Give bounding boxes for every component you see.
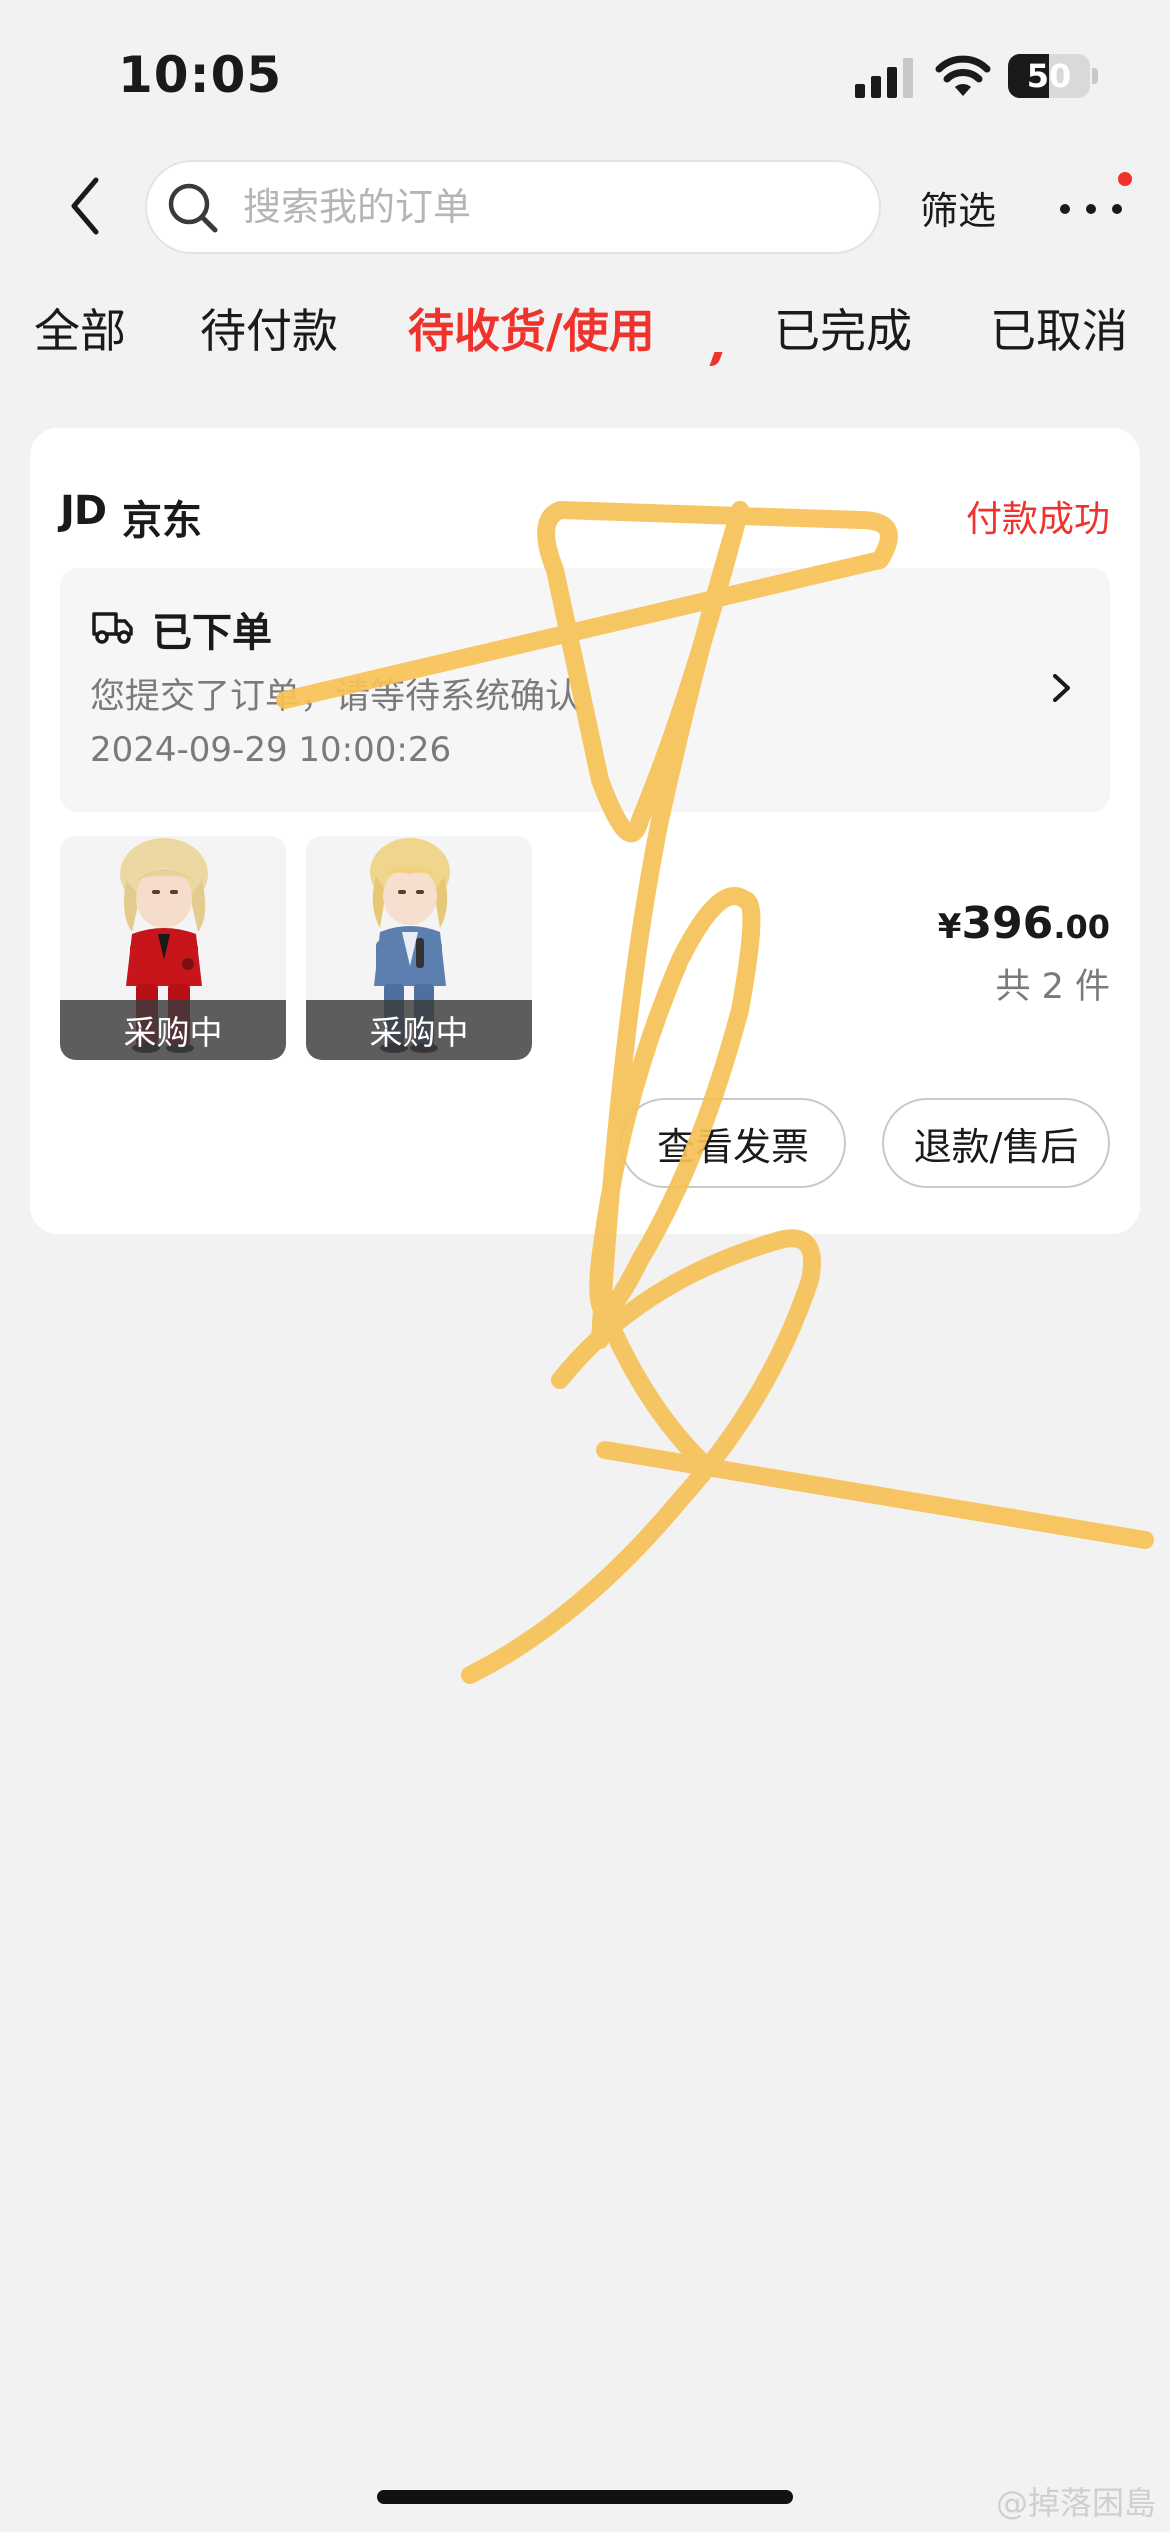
wifi-icon	[935, 55, 991, 96]
price-decimal: .00	[1053, 908, 1110, 946]
battery-nub	[1092, 68, 1098, 84]
product-thumbnail[interactable]: 采购中	[306, 836, 532, 1060]
watermark: @掉落困島	[995, 2484, 1156, 2522]
order-progress[interactable]: 已下单 您提交了订单，请等待系统确认 2024-09-29 10:00:26	[60, 568, 1110, 812]
battery-icon: 50	[1008, 54, 1090, 98]
chevron-left-icon	[71, 177, 99, 235]
more-button[interactable]	[1058, 186, 1128, 230]
tab-pending-receipt[interactable]: 待收货/使用	[408, 295, 655, 361]
price-symbol: ¥	[937, 907, 962, 947]
search-box[interactable]	[145, 160, 881, 254]
tab-pending-payment[interactable]: 待付款	[200, 295, 338, 361]
more-icon-dot	[1060, 204, 1070, 214]
signal-icon	[855, 58, 913, 98]
progress-description: 您提交了订单，请等待系统确认	[90, 677, 581, 717]
product-status-badge: 采购中	[306, 1000, 532, 1060]
shop-logo: JD	[60, 488, 107, 534]
battery-level: 50	[1026, 57, 1072, 95]
tab-cancelled[interactable]: 已取消	[990, 295, 1128, 361]
status-time: 10:05	[118, 46, 283, 104]
item-count: 共 2 件	[995, 967, 1110, 1007]
notification-dot	[1118, 172, 1132, 186]
filter-button[interactable]: 筛选	[920, 180, 996, 235]
shop-name[interactable]: 京东	[122, 488, 202, 546]
refund-aftersale-button[interactable]: 退款/售后	[882, 1098, 1110, 1188]
truck-icon	[92, 612, 133, 644]
search-input[interactable]	[243, 172, 843, 242]
progress-time: 2024-09-29 10:00:26	[90, 730, 452, 770]
order-tabs: 全部 待付款 待收货/使用 已完成 已取消	[0, 295, 1170, 375]
product-status-badge: 采购中	[60, 1000, 286, 1060]
back-button[interactable]	[60, 170, 110, 242]
price-integer: 396	[961, 898, 1054, 949]
more-icon-dot	[1112, 204, 1122, 214]
progress-title: 已下单	[152, 610, 272, 656]
chevron-right-icon	[1053, 674, 1070, 702]
status-bar: 10:05 50	[0, 0, 1170, 150]
home-indicator[interactable]	[377, 2490, 793, 2504]
search-icon	[168, 183, 218, 233]
more-icon-dot	[1086, 204, 1096, 214]
order-price: ¥396.00	[938, 898, 1110, 949]
order-status: 付款成功	[965, 499, 1110, 540]
tab-completed[interactable]: 已完成	[774, 295, 912, 361]
scribble-overlay	[276, 501, 1154, 1684]
order-card[interactable]: JD 京东 付款成功 已下单 您提交了订单，请等待系统确认 2024-09-29…	[30, 428, 1140, 1234]
product-thumbnail[interactable]: 采购中	[60, 836, 286, 1060]
tab-all[interactable]: 全部	[34, 295, 126, 361]
view-invoice-button[interactable]: 查看发票	[620, 1098, 846, 1188]
